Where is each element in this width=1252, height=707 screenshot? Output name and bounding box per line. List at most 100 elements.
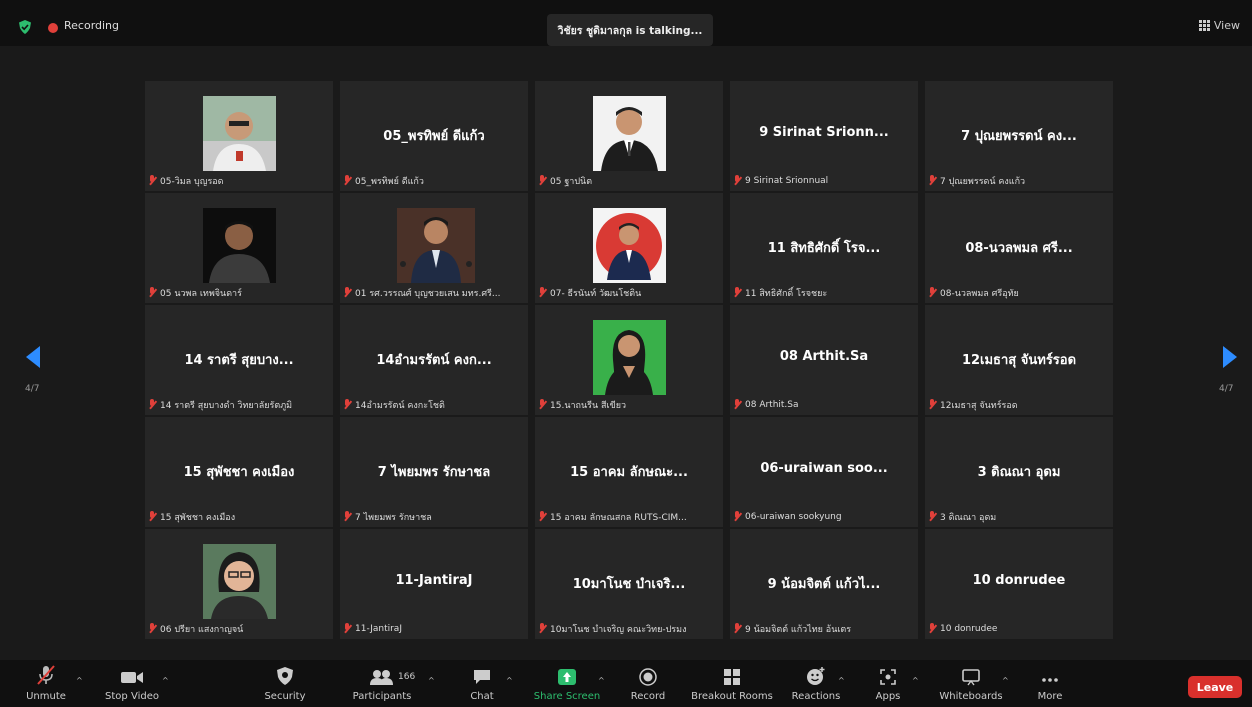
participant-tile[interactable]: 07- ธีรนันท์ วัฒนโชติน <box>535 193 723 303</box>
breakout-rooms-icon <box>724 669 740 685</box>
whiteboards-button[interactable]: Whiteboards <box>936 660 1006 707</box>
participants-icon <box>370 670 393 685</box>
share-screen-button[interactable]: Share Screen <box>532 660 602 707</box>
participant-tile[interactable]: 9 Sirinat Srionn... 9 Sirinat Srionnual <box>730 81 918 191</box>
muted-microphone-icon <box>538 175 547 186</box>
participant-tile[interactable]: 05_พรทิพย์ ดีแก้ว 05_พรทิพย์ ดีแก้ว <box>340 81 528 191</box>
participant-tile[interactable]: 14 ราตรี สุยบาง... 14 ราตรี สุยบางดำ วิท… <box>145 305 333 415</box>
reactions-smiley-icon <box>807 667 825 685</box>
participant-tile[interactable]: 3 ดิณณา อุดม 3 ดิณณา อุดม <box>925 417 1113 527</box>
participant-tile[interactable]: 10มาโนช บำเจริ... 10มาโนช บำเจริญ คณะวิท… <box>535 529 723 639</box>
page-indicator-right: 4/7 <box>1219 384 1234 394</box>
participant-tile[interactable]: 7 ปุณยพรรดน์ คง... 7 ปุณยพรรดน์ คงแก้ว <box>925 81 1113 191</box>
participant-name: 07- ธีรนันท์ วัฒนโชติน <box>550 288 642 299</box>
participant-name: 9 Sirinat Srionnual <box>745 175 829 186</box>
participant-display-name: 05_พรทิพย์ ดีแก้ว <box>383 129 485 144</box>
participant-name: 3 ดิณณา อุดม <box>940 512 997 523</box>
participant-tile[interactable]: 08-นวลพมล ศรี... 08-นวลพมล ศรีอุทัย <box>925 193 1113 303</box>
participant-tile[interactable]: 05 นวพล เทพจินดาร์ <box>145 193 333 303</box>
participant-tile[interactable]: 06-uraiwan soo... 06-uraiwan sookyung <box>730 417 918 527</box>
stop-video-button[interactable]: Stop Video <box>102 660 162 707</box>
view-label: View <box>1213 19 1240 32</box>
unmute-button[interactable]: Unmute <box>20 660 72 707</box>
participant-photo <box>593 208 666 283</box>
participant-name: 12เมธาสุ จันทร์รอด <box>940 400 1018 411</box>
participant-name: 05-วิมล บุญรอด <box>160 176 224 187</box>
muted-microphone-icon <box>343 511 352 522</box>
participant-tile[interactable]: 7 ไพยมพร รักษาชล 7 ไพยมพร รักษาชล <box>340 417 528 527</box>
participant-tile[interactable]: 15 สุพัชชา คงเมือง 15 สุพัชชา คงเมือง <box>145 417 333 527</box>
recording-icon <box>48 23 58 33</box>
audio-options-caret-icon[interactable]: ^ <box>76 676 83 685</box>
recording-label: Recording <box>64 19 120 32</box>
participant-tile[interactable]: 06 ปรียา แสงกาญจน์ <box>145 529 333 639</box>
muted-microphone-icon <box>37 665 55 685</box>
video-options-caret-icon[interactable]: ^ <box>162 676 169 685</box>
participant-photo <box>203 544 276 619</box>
participant-tile[interactable]: 05 ฐาปนิต <box>535 81 723 191</box>
muted-microphone-icon <box>538 287 547 298</box>
participant-tile[interactable]: 01 รศ.วรรณศ์ บุญชวยเสน มทร.ศรี... <box>340 193 528 303</box>
previous-page-arrow-icon[interactable] <box>26 346 40 368</box>
participant-name: 15.นาถนรีน สีเขียว <box>550 400 627 411</box>
participants-caret-icon[interactable]: ^ <box>428 676 435 685</box>
top-bar: Recording วิชัยร ชูดิมาลกุล is talking..… <box>0 0 1252 46</box>
more-button[interactable]: More <box>1030 660 1070 707</box>
muted-microphone-icon <box>538 399 547 410</box>
muted-microphone-icon <box>928 511 937 522</box>
participant-tile[interactable]: 10 donrudee 10 donrudee <box>925 529 1113 639</box>
participant-tile[interactable]: 11 สิทธิศักดิ์ โรจ... 11 สิทธิศักดิ์ โรจ… <box>730 193 918 303</box>
participant-tile[interactable]: 9 น้อมจิตต์ แก้วไ... 9 น้อมจิตต์ แก้วไทย… <box>730 529 918 639</box>
participants-button[interactable]: Participants <box>350 660 414 707</box>
record-button[interactable]: Record <box>625 660 671 707</box>
participant-tile[interactable]: 08 Arthit.Sa 08 Arthit.Sa <box>730 305 918 415</box>
participant-display-name: 10มาโนช บำเจริ... <box>572 577 686 592</box>
breakout-rooms-button[interactable]: Breakout Rooms <box>690 660 774 707</box>
share-screen-label: Share Screen <box>533 691 601 702</box>
muted-microphone-icon <box>148 511 157 522</box>
meeting-toolbar: Unmute ^ Stop Video ^ Security Participa… <box>0 660 1252 707</box>
reactions-caret-icon[interactable]: ^ <box>838 676 845 685</box>
more-dots-icon <box>1042 678 1058 682</box>
chat-button[interactable]: Chat <box>462 660 502 707</box>
muted-microphone-icon <box>343 175 352 186</box>
participant-tile[interactable]: 12เมธาสุ จันทร์รอด 12เมธาสุ จันทร์รอด <box>925 305 1113 415</box>
participant-name: 08-นวลพมล ศรีอุทัย <box>940 288 1019 299</box>
participant-photo <box>397 208 475 283</box>
encryption-shield-icon[interactable] <box>18 20 32 34</box>
participant-name: 14อำมรรัตน์ คงกะโชติ <box>355 400 445 411</box>
participant-tile[interactable]: 05-วิมล บุญรอด <box>145 81 333 191</box>
participant-name: 7 ไพยมพร รักษาชล <box>355 512 432 523</box>
whiteboards-caret-icon[interactable]: ^ <box>1002 676 1009 685</box>
participant-tile[interactable]: 11-JantiraJ 11-JantiraJ <box>340 529 528 639</box>
participant-display-name: 7 ปุณยพรรดน์ คง... <box>961 129 1077 144</box>
share-screen-caret-icon[interactable]: ^ <box>598 676 605 685</box>
participant-tile[interactable]: 15.นาถนรีน สีเขียว <box>535 305 723 415</box>
active-speaker-banner: วิชัยร ชูดิมาลกุล is talking... <box>547 14 713 46</box>
participant-display-name: 14อำมรรัตน์ คงก... <box>376 353 492 368</box>
whiteboards-label: Whiteboards <box>939 691 1003 702</box>
chat-bubble-icon <box>474 670 490 684</box>
participant-display-name: 14 ราตรี สุยบาง... <box>184 353 294 368</box>
muted-microphone-icon <box>733 623 742 634</box>
participant-photo <box>593 96 666 171</box>
chat-caret-icon[interactable]: ^ <box>506 676 513 685</box>
participant-display-name: 9 น้อมจิตต์ แก้วไ... <box>767 577 881 592</box>
view-button[interactable]: View <box>1198 19 1240 32</box>
whiteboard-icon <box>962 669 980 686</box>
participant-name: 06-uraiwan sookyung <box>745 511 842 522</box>
next-page-arrow-icon[interactable] <box>1223 346 1237 368</box>
page-indicator-left: 4/7 <box>25 384 40 394</box>
reactions-button[interactable]: Reactions <box>788 660 844 707</box>
muted-microphone-icon <box>148 623 157 634</box>
participants-label: Participants <box>352 691 412 702</box>
participant-display-name: 11 สิทธิศักดิ์ โรจ... <box>767 241 881 256</box>
apps-caret-icon[interactable]: ^ <box>912 676 919 685</box>
apps-button[interactable]: Apps <box>868 660 908 707</box>
participant-display-name: 9 Sirinat Srionn... <box>759 125 889 140</box>
participant-tile[interactable]: 14อำมรรัตน์ คงก... 14อำมรรัตน์ คงกะโชติ <box>340 305 528 415</box>
participant-tile[interactable]: 15 อาคม ลักษณะ... 15 อาคม ลักษณสกล RUTS-… <box>535 417 723 527</box>
security-button[interactable]: Security <box>257 660 313 707</box>
leave-button[interactable]: Leave <box>1188 676 1242 698</box>
participant-display-name: 06-uraiwan soo... <box>760 461 888 476</box>
